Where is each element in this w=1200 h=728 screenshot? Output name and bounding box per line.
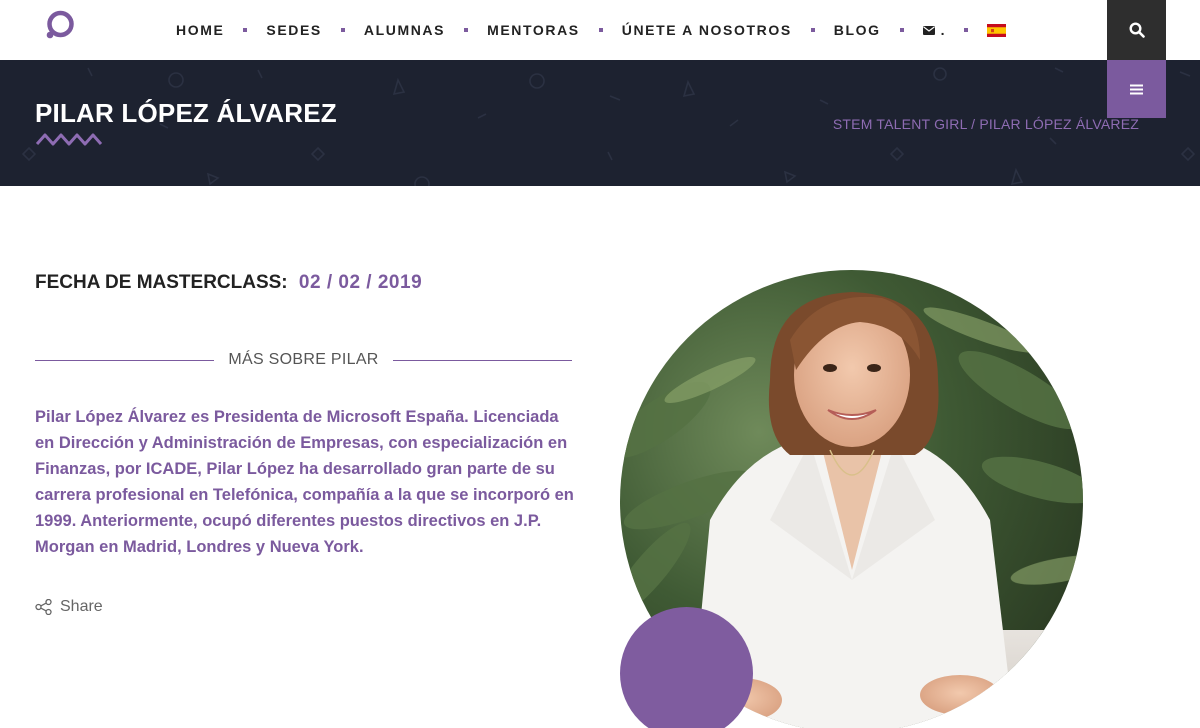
section-title: MÁS SOBRE PILAR: [228, 351, 379, 368]
share-label: Share: [60, 598, 103, 615]
page-title: PILAR LÓPEZ ÁLVAREZ: [35, 98, 337, 128]
nav-separator: [243, 28, 248, 32]
top-navigation-bar: HOME SEDES ALUMNAS MENTORAS ÚNETE A NOSO…: [0, 0, 1200, 60]
nav-mentoras-link[interactable]: MENTORAS: [487, 22, 580, 38]
search-button[interactable]: [1107, 0, 1166, 60]
nav-alumnas-link[interactable]: ALUMNAS: [364, 22, 445, 38]
nav-separator: [598, 28, 603, 32]
search-icon: [1128, 22, 1145, 38]
nav-separator: [810, 28, 815, 32]
nav-unete-link[interactable]: ÚNETE A NOSOTROS: [622, 22, 792, 38]
nav-separator: [899, 28, 904, 32]
nav-mail-suffix: .: [940, 22, 945, 38]
date-value: 02 / 02 / 2019: [298, 272, 423, 293]
date-label: FECHA DE MASTERCLASS:: [35, 272, 288, 293]
nav-home-link[interactable]: HOME: [176, 22, 224, 38]
title-zigzag-decoration: [36, 133, 102, 146]
divider-line: [35, 359, 215, 361]
breadcrumb-current: PILAR LÓPEZ ÁLVAREZ: [979, 116, 1139, 132]
hamburger-menu-button[interactable]: [1107, 60, 1166, 118]
decorative-purple-circle: [620, 607, 753, 728]
nav-separator: [963, 28, 968, 32]
nav-blog-link[interactable]: BLOG: [834, 22, 881, 38]
divider-line: [392, 359, 573, 361]
envelope-icon: [922, 25, 935, 35]
share-button[interactable]: Share: [35, 598, 103, 616]
breadcrumb-home-link[interactable]: STEM TALENT GIRL: [833, 116, 967, 132]
main-menu: HOME SEDES ALUMNAS MENTORAS ÚNETE A NOSO…: [176, 0, 1006, 60]
nav-sedes-link[interactable]: SEDES: [266, 22, 321, 38]
share-icon: [35, 599, 52, 615]
biography-text: Pilar López Álvarez es Presidenta de Mic…: [35, 408, 574, 556]
section-heading: MÁS SOBRE PILAR: [35, 351, 573, 369]
page-hero-banner: PILAR LÓPEZ ÁLVAREZ STEM TALENT GIRL / P…: [0, 60, 1200, 186]
breadcrumb: STEM TALENT GIRL / PILAR LÓPEZ ÁLVAREZ: [833, 116, 1139, 132]
nav-separator: [464, 28, 469, 32]
nav-mail-link[interactable]: .: [922, 22, 945, 38]
logo-ring-icon[interactable]: [44, 8, 76, 40]
hamburger-menu-icon: [1130, 84, 1143, 94]
masterclass-date: FECHA DE MASTERCLASS: 02 / 02 / 2019: [35, 272, 422, 294]
spain-flag-icon[interactable]: [986, 23, 1006, 37]
nav-separator: [340, 28, 345, 32]
